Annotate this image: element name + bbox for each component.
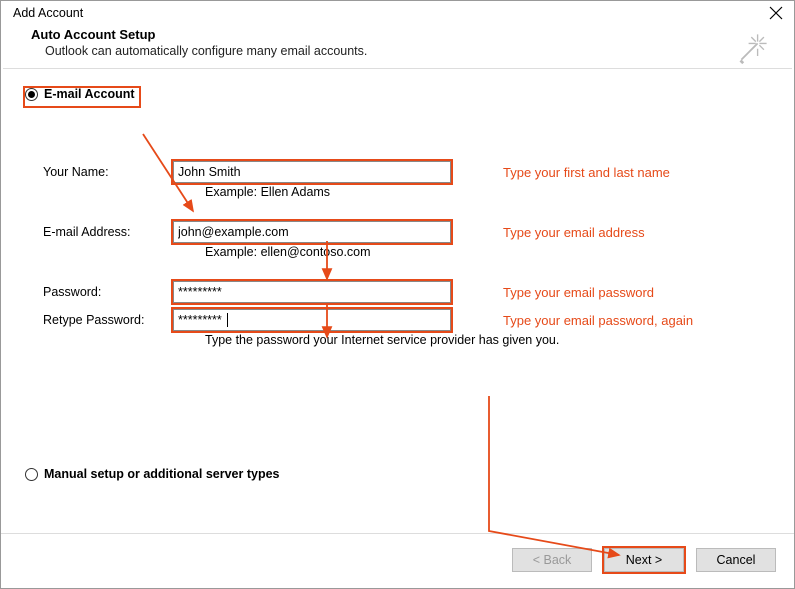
next-button[interactable]: Next > [604, 548, 684, 572]
radio-email-account-label: E-mail Account [44, 87, 135, 101]
retype-input[interactable] [173, 309, 451, 331]
annotation-email: Type your email address [503, 225, 645, 240]
titlebar: Add Account [1, 1, 794, 23]
account-form: Your Name: Type your first and last name… [43, 161, 774, 347]
annotation-password: Type your email password [503, 285, 654, 300]
name-example: Example: Ellen Adams [205, 185, 774, 199]
wizard-body: E-mail Account Your Name: Type your firs… [1, 69, 794, 497]
window-title: Add Account [13, 6, 83, 20]
email-label: E-mail Address: [43, 225, 173, 239]
name-input[interactable] [173, 161, 451, 183]
retype-label: Retype Password: [43, 313, 173, 327]
password-note: Type the password your Internet service … [205, 333, 774, 347]
radio-email-account[interactable]: E-mail Account [25, 87, 774, 101]
text-caret [227, 313, 228, 327]
name-label: Your Name: [43, 165, 173, 179]
cancel-button[interactable]: Cancel [696, 548, 776, 572]
password-label: Password: [43, 285, 173, 299]
radio-manual-setup[interactable]: Manual setup or additional server types [25, 467, 279, 481]
annotation-name: Type your first and last name [503, 165, 670, 180]
wizard-header: Auto Account Setup Outlook can automatic… [1, 23, 794, 68]
close-icon[interactable] [768, 5, 784, 21]
wizard-wand-icon [736, 29, 772, 65]
email-input[interactable] [173, 221, 451, 243]
annotation-retype: Type your email password, again [503, 313, 693, 328]
header-title: Auto Account Setup [31, 27, 764, 42]
email-example: Example: ellen@contoso.com [205, 245, 774, 259]
password-input[interactable] [173, 281, 451, 303]
wizard-footer: < Back Next > Cancel [1, 533, 794, 588]
add-account-dialog: Add Account Auto Account Setup Outlook c… [0, 0, 795, 589]
back-button: < Back [512, 548, 592, 572]
radio-manual-label: Manual setup or additional server types [44, 467, 279, 481]
header-subtitle: Outlook can automatically configure many… [45, 44, 764, 58]
